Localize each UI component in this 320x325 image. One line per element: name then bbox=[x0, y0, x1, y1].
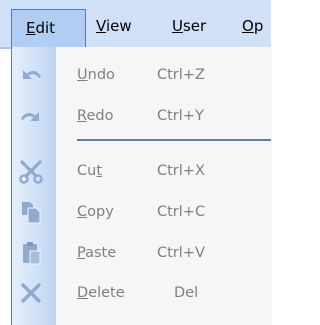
copy-label: Copy bbox=[77, 204, 114, 220]
menu-user-rest: ser bbox=[182, 17, 207, 35]
delete-icon bbox=[21, 283, 41, 303]
menu-view-mnemonic: V bbox=[96, 17, 106, 35]
menu-edit[interactable]: Edit bbox=[11, 9, 86, 47]
redo-shortcut: Ctrl+Y bbox=[157, 108, 204, 124]
menu-view-rest: iew bbox=[105, 17, 132, 35]
cut-label: Cut bbox=[77, 163, 103, 179]
menu-options-mnemonic: O bbox=[242, 17, 254, 35]
menu-item-delete[interactable]: Delete Del bbox=[56, 273, 271, 313]
delete-label: Delete bbox=[77, 285, 125, 301]
undo-icon bbox=[23, 70, 41, 79]
undo-shortcut: Ctrl+Z bbox=[157, 67, 205, 83]
clipboard-icon bbox=[23, 242, 41, 265]
menu-options-rest: p bbox=[253, 17, 264, 35]
menu-view[interactable]: View bbox=[96, 14, 132, 38]
redo-label: Redo bbox=[77, 108, 114, 124]
menu-separator bbox=[77, 139, 271, 141]
menu-bar: Edit View User Op bbox=[0, 0, 271, 49]
menu-user-mnemonic: U bbox=[172, 17, 183, 35]
undo-label: Undo bbox=[77, 67, 115, 83]
paste-shortcut: Ctrl+V bbox=[157, 245, 205, 261]
menu-item-cut[interactable]: Cut Ctrl+X bbox=[56, 151, 271, 191]
delete-shortcut: Del bbox=[174, 285, 199, 301]
menu-item-undo[interactable]: Undo Ctrl+Z bbox=[56, 55, 271, 95]
cut-shortcut: Ctrl+X bbox=[157, 163, 205, 179]
scissors-icon bbox=[19, 160, 43, 184]
copy-shortcut: Ctrl+C bbox=[157, 204, 206, 220]
copy-icon bbox=[22, 202, 41, 224]
paste-label: Paste bbox=[77, 245, 117, 261]
menu-item-copy[interactable]: Copy Ctrl+C bbox=[56, 192, 271, 232]
menu-user[interactable]: User bbox=[172, 14, 206, 38]
menu-edit-rest: dit bbox=[35, 19, 56, 37]
menu-options[interactable]: Op bbox=[242, 14, 263, 38]
redo-icon bbox=[21, 112, 39, 121]
menu-item-paste[interactable]: Paste Ctrl+V bbox=[56, 233, 271, 273]
menu-item-redo[interactable]: Redo Ctrl+Y bbox=[56, 96, 271, 136]
